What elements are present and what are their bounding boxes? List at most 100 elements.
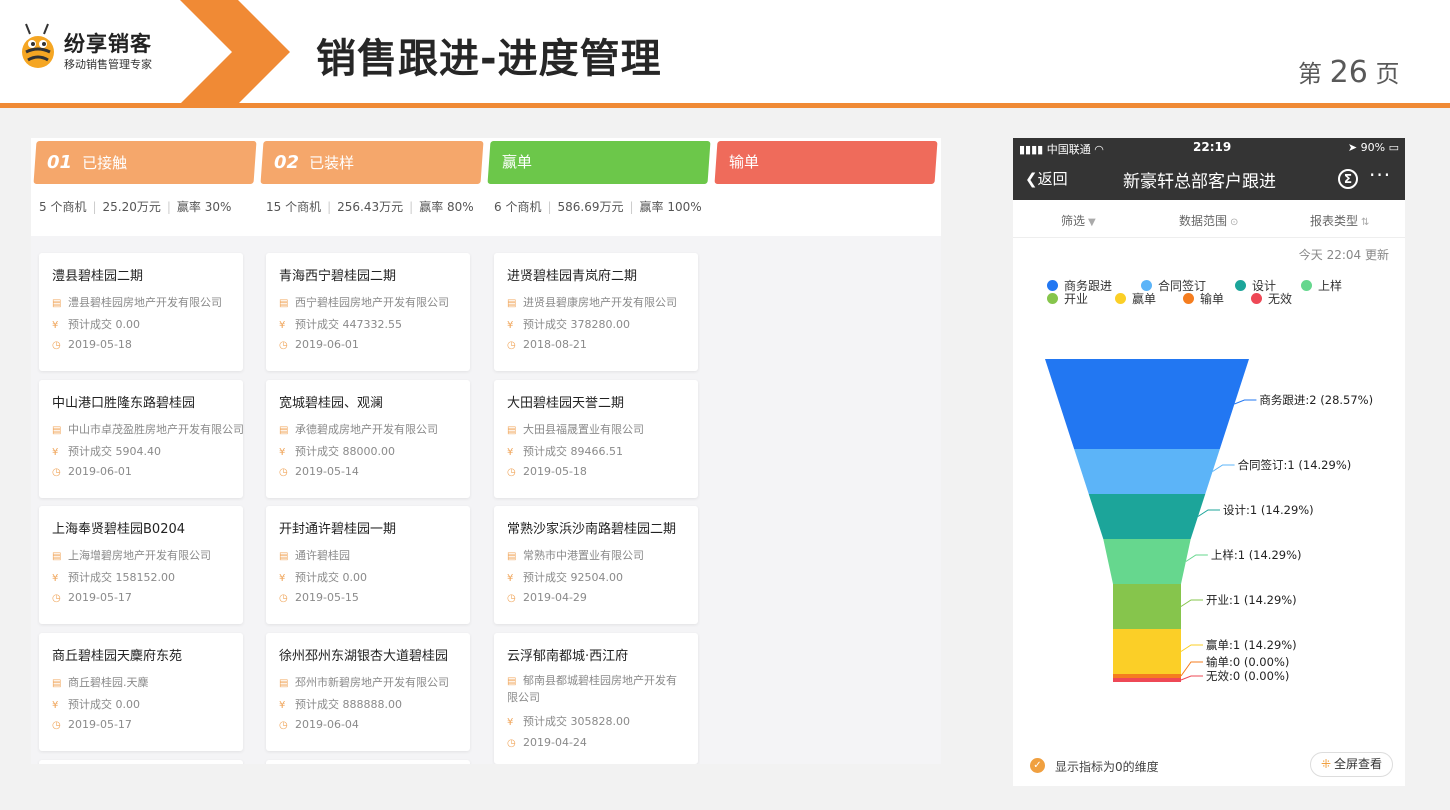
checkbox-checked-icon[interactable]: ✓ — [1030, 758, 1045, 773]
clock-icon: ◷ — [52, 340, 61, 351]
building-icon: ▤ — [52, 425, 62, 436]
yen-icon: ¥ — [52, 320, 59, 331]
deal-title: 开封通许碧桂园一期 — [279, 522, 397, 537]
deal-amount: ¥ 预计成交 378280.00 — [507, 318, 630, 331]
wifi-icon: ◠ — [1094, 143, 1104, 156]
deal-card[interactable]: 商丘碧桂园天麇府东苑 ▤ 商丘碧桂园.天麇 ¥ 预计成交 0.00 ◷ 2019-05… — [39, 633, 243, 751]
deal-amount: ¥ 预计成交 0.00 — [52, 698, 140, 711]
funnel-label-line — [1185, 554, 1208, 562]
deal-date: ◷ 2019-05-17 — [52, 718, 132, 731]
deal-card[interactable]: 徐州邳州东湖银杏大道碧桂园 ▤ 邳州市新碧房地产开发有限公司 ¥ 预计成交 8888… — [266, 633, 470, 751]
clock-icon: ◷ — [52, 467, 61, 478]
deal-amount: ¥ 预计成交 158152.00 — [52, 571, 175, 584]
yen-icon: ¥ — [279, 320, 286, 331]
yen-icon: ¥ — [279, 447, 286, 458]
building-icon: ▤ — [507, 676, 517, 687]
bee-logo-icon — [22, 23, 54, 68]
yen-icon: ¥ — [507, 573, 514, 584]
chevron-left-icon: ❮ — [1025, 170, 1038, 188]
funnel-data-label: 商务跟进:2 (28.57%) — [1259, 393, 1373, 407]
building-icon: ▤ — [52, 551, 62, 562]
legend-item[interactable]: 开业 — [1047, 290, 1088, 307]
back-button[interactable]: ❮返回 — [1025, 168, 1068, 189]
deal-date: ◷ 2019-05-14 — [279, 465, 359, 478]
deal-amount: ¥ 预计成交 88000.00 — [279, 445, 395, 458]
stage-tab-1-label: 01 已接触 — [47, 152, 128, 173]
stage-won-stats: 6 个商机 | 586.69万元 | 赢率 100% — [494, 200, 702, 214]
funnel-segment[interactable] — [1113, 678, 1181, 682]
clock-icon: ◷ — [507, 467, 516, 478]
data-range-button[interactable]: 数据范围 ⊙ — [1179, 212, 1238, 229]
building-icon: ▤ — [52, 678, 62, 689]
deal-card[interactable]: 中山港口胜隆东路碧桂园 ▤ 中山市卓茂盈胜房地产开发有限公司 ¥ 预计成交 5904… — [39, 380, 244, 498]
clock-icon: ◷ — [507, 340, 516, 351]
funnel-label-line — [1234, 399, 1257, 405]
building-icon: ▤ — [507, 551, 517, 562]
funnel-label-line — [1212, 464, 1235, 472]
deal-amount: ¥ 预计成交 5904.40 — [52, 445, 161, 458]
deal-title: 进贤碧桂园青岚府二期 — [507, 269, 638, 284]
deal-card-partial[interactable] — [39, 760, 243, 764]
legend-item[interactable]: 赢单 — [1115, 290, 1156, 307]
clock-icon: ◷ — [279, 340, 288, 351]
filter-button[interactable]: 筛选 ▼ — [1061, 212, 1096, 229]
building-icon: ▤ — [279, 551, 289, 562]
deal-card[interactable]: 大田碧桂园天誉二期 ▤ 大田县福晟置业有限公司 ¥ 预计成交 89466.51 ◷ 2… — [494, 380, 698, 498]
deal-date: ◷ 2019-04-24 — [507, 736, 587, 749]
update-time: 今天 22:04 更新 — [1298, 248, 1389, 262]
show-zero-label: 显示指标为0的维度 — [1055, 760, 1159, 774]
deal-card[interactable]: 上海奉贤碧桂园B0204 ▤ 上海增碧房地产开发有限公司 ¥ 预计成交 158152… — [39, 506, 243, 624]
deal-amount: ¥ 预计成交 89466.51 — [507, 445, 623, 458]
deal-card[interactable]: 青海西宁碧桂园二期 ▤ 西宁碧桂园房地产开发有限公司 ¥ 预计成交 447332.5… — [266, 253, 470, 371]
funnel-data-label: 设计:1 (14.29%) — [1223, 503, 1314, 517]
funnel-segment[interactable] — [1113, 584, 1181, 629]
sigma-icon[interactable]: Σ — [1338, 169, 1358, 189]
report-type-button[interactable]: 报表类型 ⇅ — [1310, 212, 1369, 229]
deal-company: ▤ 邳州市新碧房地产开发有限公司 — [279, 676, 449, 689]
page-number: 第 26 页 — [1298, 55, 1400, 90]
funnel-segment[interactable] — [1103, 539, 1191, 584]
deal-card[interactable]: 常熟沙家浜沙南路碧桂园二期 ▤ 常熟市中港置业有限公司 ¥ 预计成交 92504.0… — [494, 506, 698, 624]
yen-icon: ¥ — [279, 573, 286, 584]
deal-title: 大田碧桂园天誉二期 — [507, 396, 625, 411]
location-icon: ➤ — [1347, 141, 1358, 154]
funnel-segment[interactable] — [1074, 449, 1220, 494]
deal-amount: ¥ 预计成交 888888.00 — [279, 698, 402, 711]
deal-card[interactable]: 进贤碧桂园青岚府二期 ▤ 进贤县碧康房地产开发有限公司 ¥ 预计成交 378280.… — [494, 253, 698, 371]
deal-date: ◷ 2019-04-29 — [507, 591, 587, 604]
funnel-data-label: 上样:1 (14.29%) — [1211, 548, 1302, 562]
deal-company: ▤ 承德碧成房地产开发有限公司 — [279, 423, 438, 436]
more-icon[interactable]: ··· — [1369, 163, 1391, 187]
fullscreen-button[interactable]: ⁜ 全屏查看 — [1310, 752, 1393, 777]
funnel-segment[interactable] — [1113, 629, 1181, 674]
filter-bar: 筛选 ▼ 数据范围 ⊙ 报表类型 ⇅ — [1013, 200, 1405, 238]
funnel-label-line — [1180, 675, 1203, 681]
legend-item[interactable]: 无效 — [1251, 290, 1292, 307]
deal-company: ▤ 澧县碧桂园房地产开发有限公司 — [52, 296, 222, 309]
building-icon: ▤ — [507, 298, 517, 309]
deal-card[interactable]: 宽城碧桂园、观澜 ▤ 承德碧成房地产开发有限公司 ¥ 预计成交 88000.00 ◷… — [266, 380, 470, 498]
deal-card[interactable]: 澧县碧桂园二期 ▤ 澧县碧桂园房地产开发有限公司 ¥ 预计成交 0.00 ◷ 2019… — [39, 253, 243, 371]
deal-title: 宽城碧桂园、观澜 — [279, 396, 384, 411]
deal-company: ▤ 西宁碧桂园房地产开发有限公司 — [279, 296, 449, 309]
status-bar: ▮▮▮▮ 中国联通 ◠ 22:19 ➤ 90% ▭ — [1013, 138, 1405, 158]
stage-header-row: 01 已接触 02 已装样 赢单 输单 5 个商机 | 25.20万元 | 赢率 30% 1… — [31, 138, 941, 236]
deal-card[interactable]: 开封通许碧桂园一期 ▤ 通许碧桂园 ¥ 预计成交 0.00 ◷ 2019-05-15 — [266, 506, 470, 624]
funnel-segment[interactable] — [1113, 674, 1181, 678]
deal-card-partial[interactable] — [266, 760, 470, 764]
clock-icon: ◷ — [507, 593, 516, 604]
clock-icon: ◷ — [279, 720, 288, 731]
deal-title: 商丘碧桂园天麇府东苑 — [52, 649, 183, 664]
legend-item[interactable]: 上样 — [1301, 277, 1342, 294]
deal-company: ▤ 中山市卓茂盈胜房地产开发有限公司 — [52, 423, 244, 436]
deal-company: ▤ 商丘碧桂园.天麇 — [52, 676, 149, 689]
bottom-bar: ✓ 显示指标为0的维度 ⁜ 全屏查看 — [1013, 746, 1405, 786]
deal-date: ◷ 2019-05-15 — [279, 591, 359, 604]
funnel-segment[interactable] — [1088, 494, 1206, 539]
deal-date: ◷ 2019-06-01 — [279, 338, 359, 351]
deal-card[interactable]: 云浮郁南都城·西江府 ▤ 郁南县都城碧桂园房地产开发有限公司 ¥ 预计成交 3058… — [494, 633, 698, 764]
deal-company: ▤ 通许碧桂园 — [279, 549, 350, 562]
stage-1-stats: 5 个商机 | 25.20万元 | 赢率 30% — [39, 200, 232, 214]
funnel-segment[interactable] — [1045, 359, 1249, 449]
legend-item[interactable]: 输单 — [1183, 290, 1224, 307]
